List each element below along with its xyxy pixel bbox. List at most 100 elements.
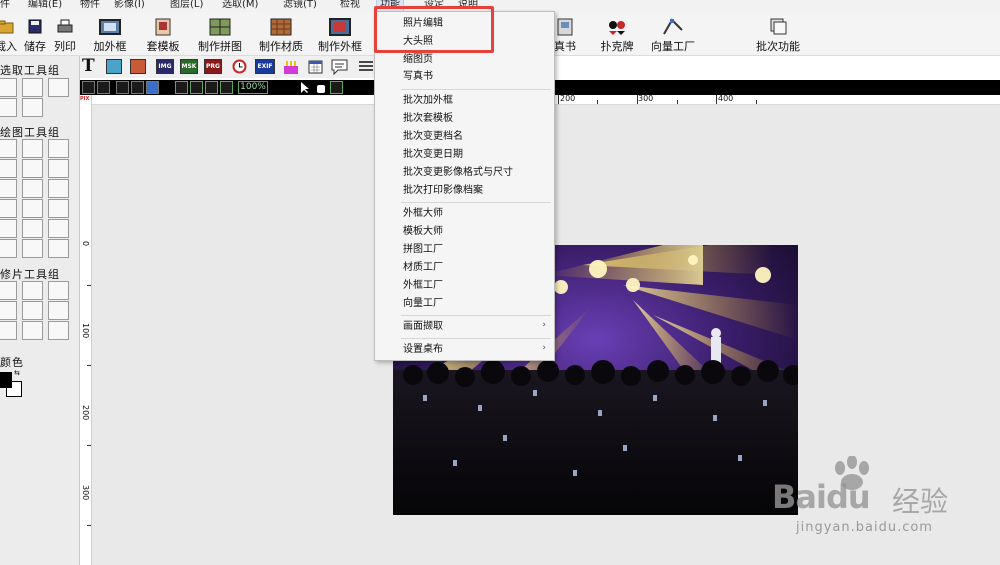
fill-tool[interactable]	[22, 179, 43, 198]
undo-icon[interactable]	[82, 81, 95, 94]
mask-button[interactable]: MSK	[180, 59, 198, 74]
foreground-color-swatch[interactable]	[0, 372, 12, 388]
menu-item-texture-factory[interactable]: 材质工厂	[403, 261, 443, 275]
bottle-tool[interactable]	[48, 281, 69, 300]
menu-layer[interactable]: 图层(L)	[170, 0, 203, 11]
menu-view[interactable]: 检视	[340, 0, 360, 11]
prg-button[interactable]: PRG	[204, 59, 222, 74]
menu-item-screen-capture[interactable]: 画面撷取	[403, 320, 443, 334]
menu-separator	[401, 338, 551, 339]
cut-icon[interactable]	[131, 81, 144, 94]
menu-item-frame-master[interactable]: 外框大师	[403, 207, 443, 221]
vector-factory-button[interactable]: 向量工厂	[648, 18, 698, 56]
save-button[interactable]: 储存	[22, 18, 48, 56]
rectangle-tool[interactable]	[0, 219, 17, 238]
clock-icon[interactable]	[232, 59, 247, 74]
menu-object[interactable]: 物件	[80, 0, 100, 11]
ruler-label: 200	[81, 405, 90, 421]
pointer-icon[interactable]	[298, 81, 311, 94]
menu-item-set-wallpaper[interactable]: 设置桌布	[403, 343, 443, 357]
photo-book-button[interactable]: 真书	[552, 18, 578, 56]
stamp-tool[interactable]	[0, 179, 17, 198]
text-tool-icon[interactable]: T	[82, 56, 95, 76]
zoom-in-icon[interactable]	[175, 81, 188, 94]
menu-item-vector-factory[interactable]: 向量工厂	[403, 297, 443, 311]
align-icon[interactable]	[358, 59, 374, 74]
brush-select-tool[interactable]	[22, 98, 43, 117]
clone-tool[interactable]	[22, 281, 43, 300]
lightbulb-tool[interactable]	[22, 321, 43, 340]
line-tool[interactable]	[0, 239, 17, 258]
ellipse-tool[interactable]	[22, 219, 43, 238]
pen-tool[interactable]	[0, 199, 17, 218]
paste-icon[interactable]	[146, 81, 159, 94]
marker-tool[interactable]	[48, 139, 69, 158]
make-texture-button[interactable]: 制作材质	[255, 18, 307, 56]
red-pen-tool[interactable]	[22, 199, 43, 218]
curve-tool[interactable]	[22, 239, 43, 258]
zoom-out-icon[interactable]	[190, 81, 203, 94]
rect-select-tool[interactable]	[0, 78, 17, 97]
make-frame-button[interactable]: 制作外框	[314, 18, 366, 56]
insert-image-icon[interactable]	[106, 59, 122, 74]
screen-tool[interactable]	[48, 321, 69, 340]
menu-item-batch-template[interactable]: 批次套模板	[403, 112, 453, 126]
pencil-tool[interactable]	[0, 139, 17, 158]
make-puzzle-button[interactable]: 制作拼图	[194, 18, 246, 56]
ruler-label: 200	[560, 94, 576, 103]
menu-item-frame-factory[interactable]: 外框工厂	[403, 279, 443, 293]
img-button[interactable]: IMG	[156, 59, 174, 74]
vector-factory-label: 向量工厂	[651, 40, 695, 53]
insert-photo-icon[interactable]	[130, 59, 146, 74]
sponge-tool[interactable]	[48, 159, 69, 178]
menu-image[interactable]: 影像(I)	[114, 0, 145, 11]
apply-template-button[interactable]: 套模板	[143, 18, 183, 56]
menu-item-thumbnail-page[interactable]: 缩图页	[403, 53, 433, 67]
move-tool[interactable]	[48, 239, 69, 258]
paint-tool[interactable]	[0, 321, 17, 340]
add-frame-button[interactable]: 加外框	[90, 18, 130, 56]
water-drop-tool[interactable]	[22, 301, 43, 320]
menu-item-template-master[interactable]: 模板大师	[403, 225, 443, 239]
eraser-tool[interactable]	[0, 159, 17, 178]
menu-item-puzzle-factory[interactable]: 拼图工厂	[403, 243, 443, 257]
swap-colors-icon[interactable]: ⇆	[14, 369, 20, 377]
ellipse-select-tool[interactable]	[22, 78, 43, 97]
poker-button[interactable]: 扑克牌	[598, 18, 636, 56]
menu-edit[interactable]: 编辑(E)	[28, 0, 62, 11]
menu-item-batch-print[interactable]: 批次打印影像档案	[403, 184, 483, 198]
blemish-tool[interactable]	[0, 301, 17, 320]
menu-item-batch-format-size[interactable]: 批次变更影像格式与尺寸	[403, 166, 513, 180]
gradient-tool[interactable]	[48, 179, 69, 198]
menu-item-batch-date[interactable]: 批次变更日期	[403, 148, 463, 162]
sharpen-tool[interactable]	[48, 301, 69, 320]
smudge-tool[interactable]	[22, 159, 43, 178]
rounded-rect-tool[interactable]	[48, 219, 69, 238]
red-eye-tool[interactable]	[0, 281, 17, 300]
fit-window-icon[interactable]	[205, 81, 218, 94]
eyedropper-tool[interactable]	[48, 199, 69, 218]
copy-icon[interactable]	[116, 81, 129, 94]
menu-item-batch-rename[interactable]: 批次变更档名	[403, 130, 463, 144]
brush-tool[interactable]	[22, 139, 43, 158]
exif-button[interactable]: EXIF	[255, 59, 275, 74]
load-button[interactable]: 载入	[0, 18, 18, 56]
cake-icon[interactable]	[282, 58, 300, 75]
magic-wand-tool[interactable]	[0, 98, 17, 117]
add-icon[interactable]	[330, 81, 343, 94]
print-button[interactable]: 列印	[52, 18, 78, 56]
menu-item-photo-book[interactable]: 写真书	[403, 70, 433, 84]
zoom-level[interactable]: 100%	[238, 81, 268, 94]
menu-filter[interactable]: 滤镜(T)	[283, 0, 317, 11]
actual-size-icon[interactable]	[220, 81, 233, 94]
menu-select[interactable]: 选取(M)	[222, 0, 258, 11]
speech-bubble-icon[interactable]	[330, 58, 350, 76]
calendar-icon[interactable]	[308, 59, 323, 74]
batch-functions-label: 批次功能	[756, 40, 800, 53]
lasso-select-tool[interactable]	[48, 78, 69, 97]
menu-file[interactable]: 件	[0, 0, 10, 11]
hand-icon[interactable]	[314, 81, 327, 94]
redo-icon[interactable]	[97, 81, 110, 94]
batch-functions-button[interactable]: 批次功能	[753, 18, 803, 56]
menu-item-batch-frame[interactable]: 批次加外框	[403, 94, 453, 108]
